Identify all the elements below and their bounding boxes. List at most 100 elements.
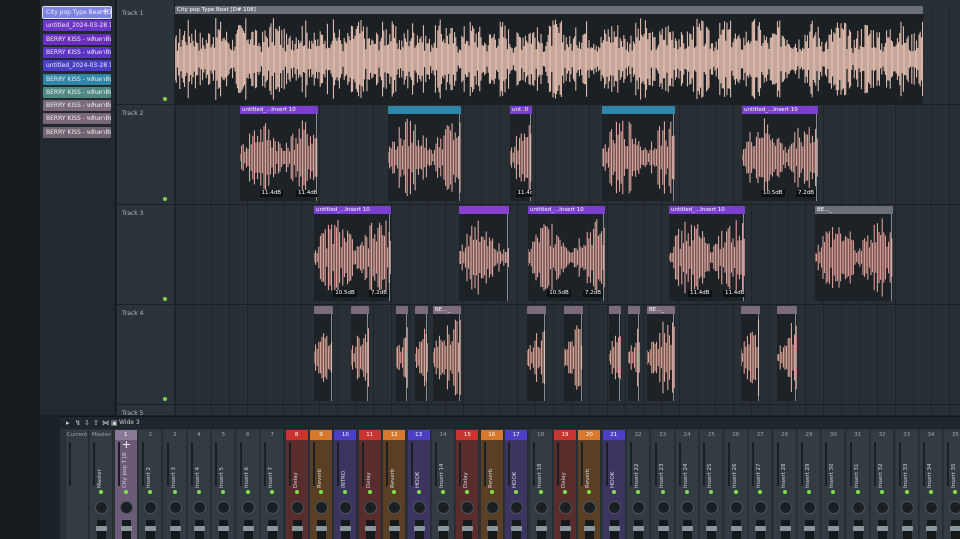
volume-fader[interactable]	[194, 520, 205, 539]
fade-handle[interactable]	[758, 314, 759, 401]
strip-active-led[interactable]	[319, 490, 323, 494]
pan-knob[interactable]	[656, 501, 670, 514]
clip-browser-item[interactable]: BERRY KISS - หลับตาฝันถึง	[43, 46, 111, 58]
audio-clip-header[interactable]	[415, 306, 428, 314]
track-active-led[interactable]	[163, 197, 167, 201]
audio-clip[interactable]: BE..._	[647, 306, 675, 401]
strip-active-led[interactable]	[514, 490, 519, 494]
volume-fader[interactable]	[486, 520, 498, 539]
strip-active-led[interactable]	[953, 490, 958, 494]
pan-knob[interactable]	[803, 501, 816, 514]
pan-knob[interactable]	[827, 501, 841, 514]
audio-clip-header[interactable]	[602, 106, 675, 114]
audio-clip-header[interactable]	[564, 306, 583, 314]
volume-fader[interactable]	[584, 520, 596, 539]
pan-knob[interactable]	[900, 501, 914, 514]
volume-fader[interactable]	[852, 520, 864, 539]
mixer-strip[interactable]: 13 HOOK	[407, 430, 431, 539]
mixer-strip[interactable]: Master Master	[90, 430, 114, 539]
volume-fader[interactable]	[242, 520, 254, 539]
view-icon[interactable]: ▣	[111, 418, 118, 428]
route-icon[interactable]: ⋈	[102, 418, 109, 428]
volume-fader[interactable]	[389, 520, 401, 539]
volume-fader[interactable]	[706, 520, 718, 539]
strip-active-led[interactable]	[245, 490, 250, 494]
audio-clip[interactable]	[628, 306, 640, 401]
clip-browser-item[interactable]: untitled_2024-03-28 15-	[43, 20, 111, 32]
pan-knob[interactable]	[290, 501, 304, 514]
audio-clip[interactable]	[388, 106, 461, 201]
strip-active-led[interactable]	[270, 490, 275, 494]
mixer-strip[interactable]: 10 INTRO	[334, 430, 358, 539]
playlist-lane[interactable]	[175, 405, 960, 415]
mixer-strip[interactable]: 17 HOOK	[505, 430, 529, 539]
add-clip-icon[interactable]: +	[101, 7, 109, 17]
clip-browser-item[interactable]: City pop Type Beat [D# 108]+	[42, 6, 112, 19]
pan-knob[interactable]	[925, 501, 938, 514]
mixer-strip[interactable]: 35 Insert 35	[944, 430, 960, 539]
clip-browser-item[interactable]: BERRY KISS - หลับตาฝันถึง	[43, 126, 111, 138]
strip-active-led[interactable]	[465, 490, 470, 494]
fade-handle[interactable]	[459, 114, 460, 201]
pan-knob[interactable]	[95, 501, 109, 514]
link-icon[interactable]: ↯	[75, 418, 81, 428]
pan-knob[interactable]	[315, 501, 328, 514]
audio-clip[interactable]: untitled_...Insert 10 10.5dB 7.2dB	[528, 206, 605, 301]
mixer-strip[interactable]: Current	[66, 430, 89, 539]
strip-active-led[interactable]	[123, 490, 128, 494]
audio-clip[interactable]: untitled_...Insert 10 11.4dB 11.4dB	[669, 206, 745, 301]
strip-active-led[interactable]	[489, 490, 494, 494]
audio-clip[interactable]: untitled_...Insert 10 11.4dB 11.4dB	[240, 106, 318, 201]
strip-active-led[interactable]	[441, 490, 445, 494]
volume-fader[interactable]	[877, 520, 889, 539]
volume-fader[interactable]	[96, 520, 108, 539]
mixer-strip[interactable]: 26 Insert 26	[724, 430, 748, 539]
audio-clip-header[interactable]: untitled_...Insert 10	[314, 206, 391, 214]
audio-clip-header[interactable]: unt..0	[510, 106, 532, 114]
strip-active-led[interactable]	[733, 490, 738, 494]
strip-active-led[interactable]	[685, 490, 689, 494]
pan-knob[interactable]	[778, 501, 792, 514]
fade-handle[interactable]	[603, 214, 604, 301]
fade-handle[interactable]	[638, 314, 639, 401]
volume-fader[interactable]	[511, 520, 523, 539]
track-active-led[interactable]	[163, 397, 167, 401]
fade-handle[interactable]	[816, 114, 817, 201]
audio-clip-header[interactable]	[628, 306, 640, 314]
pan-knob[interactable]	[559, 501, 572, 514]
pan-knob[interactable]	[485, 501, 499, 514]
fade-handle[interactable]	[316, 114, 317, 201]
audio-clip-header[interactable]: BE..._	[815, 206, 893, 214]
audio-clip-header[interactable]: untitled_...Insert 10	[528, 206, 605, 214]
volume-fader[interactable]	[755, 520, 767, 539]
pan-knob[interactable]	[607, 501, 621, 514]
volume-fader[interactable]	[608, 520, 620, 539]
pan-knob[interactable]	[168, 501, 182, 514]
fade-handle[interactable]	[507, 214, 508, 301]
fade-handle[interactable]	[389, 214, 390, 301]
pan-knob[interactable]	[705, 501, 719, 514]
pan-knob[interactable]	[339, 501, 353, 514]
audio-clip[interactable]	[415, 306, 428, 401]
export-icon[interactable]: ⇧	[93, 418, 99, 428]
pan-knob[interactable]	[412, 501, 426, 514]
mixer-strip[interactable]: 2 Insert 2	[139, 430, 163, 539]
audio-clip[interactable]: untitled_...Insert 10 10.5dB 7.2dB	[314, 206, 391, 301]
pan-knob[interactable]	[144, 501, 158, 514]
fade-handle[interactable]	[426, 314, 427, 401]
mixer-strip[interactable]: 8 Delay	[285, 430, 309, 539]
strip-active-led[interactable]	[855, 490, 860, 494]
strip-active-led[interactable]	[709, 490, 714, 494]
strip-active-led[interactable]	[611, 490, 616, 494]
pan-knob[interactable]	[461, 501, 475, 514]
strip-active-led[interactable]	[172, 490, 177, 494]
strip-active-led[interactable]	[197, 490, 201, 494]
strip-active-led[interactable]	[294, 490, 299, 494]
play-arrow-icon[interactable]: ▸	[66, 418, 70, 428]
pan-knob[interactable]	[193, 501, 206, 514]
mixer-strip[interactable]: 5 Insert 5	[212, 430, 236, 539]
fade-handle[interactable]	[581, 314, 582, 401]
fade-handle[interactable]	[530, 114, 531, 201]
strip-active-led[interactable]	[343, 490, 348, 494]
mixer-strip[interactable]: 14 Insert 14	[432, 430, 455, 539]
